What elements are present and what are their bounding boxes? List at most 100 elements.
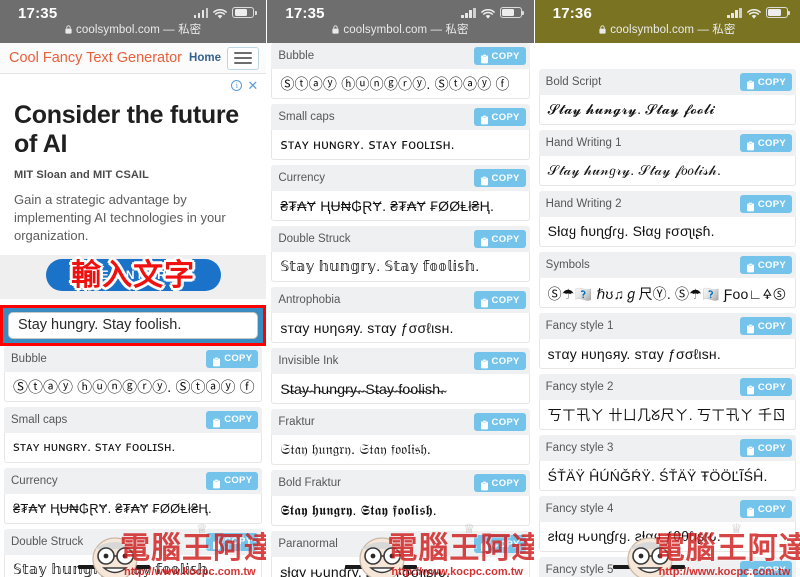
style-value[interactable]: ꜱᴛᴀʏ ʜᴜɴɢʀʏ. ꜱᴛᴀʏ ꜰᴏᴏʟɪꜱʜ. bbox=[271, 130, 530, 160]
copy-button[interactable]: COPY bbox=[739, 378, 792, 396]
text-input[interactable]: Stay hungry. Stay foolish. bbox=[8, 311, 259, 339]
status-bar-time: 17:35 bbox=[285, 5, 325, 22]
style-row: Hand Writing 1 COPY 𝒮𝓉𝒶𝓎 𝒽𝓊𝓃𝑔𝓇𝓎. 𝒮𝓉𝒶𝓎 𝒻𝑜𝑜𝓁… bbox=[535, 130, 800, 186]
copy-button[interactable]: COPY bbox=[473, 47, 526, 65]
clipboard-icon bbox=[746, 260, 755, 273]
copy-button[interactable]: COPY bbox=[739, 134, 792, 152]
style-value[interactable]: Ⓢ☂🇦🇾 ℏʊ♫ℊ尺Ⓨ. Ⓢ☂🇦🇾 Ƒοο∟🜍Ⓢ bbox=[538, 278, 796, 308]
browser-url-bar[interactable]: coolsymbol.com — 私密 bbox=[267, 21, 533, 37]
style-value[interactable]: ꜱᴛᴀʏ ʜᴜɴɢʀʏ. ꜱᴛᴀʏ ꜰᴏᴏʟɪꜱʜ. bbox=[4, 432, 263, 463]
style-row-header: Bold Script COPY bbox=[538, 69, 796, 95]
site-navbar: Cool Fancy Text Generator Home bbox=[0, 43, 267, 74]
style-row: Fancy style 5COPYƧᒪᴀƴ ԋʊᴧɢᴚƴ. Ƨᒪᴀƴ ƍʘʘᒐɩ… bbox=[535, 557, 800, 577]
ad-close-icon[interactable]: ✕ bbox=[247, 79, 258, 92]
copy-button[interactable]: COPY bbox=[473, 352, 526, 370]
signal-icon bbox=[193, 7, 209, 18]
copy-button[interactable]: COPY bbox=[739, 73, 792, 91]
copy-button[interactable]: COPY bbox=[739, 195, 792, 213]
style-value[interactable]: Ⓢⓣⓐⓨ ⓗⓤⓝⓖⓡⓨ. Ⓢⓣⓐⓨ ⓕ bbox=[271, 69, 530, 99]
style-value[interactable]: ѕтαу нυηɢяу. ѕтαу ƒσσℓιѕн. bbox=[271, 313, 530, 343]
copy-button[interactable]: COPY bbox=[473, 291, 526, 309]
style-value[interactable]: 𝔖𝔱𝔞𝔶 𝔥𝔲𝔫𝔤𝔯𝔶. 𝔖𝔱𝔞𝔶 𝔣𝔬𝔬𝔩𝔦𝔰𝔥. bbox=[271, 435, 530, 465]
copy-button[interactable]: COPY bbox=[739, 439, 792, 457]
clipboard-icon bbox=[480, 417, 489, 430]
style-name: Fancy style 4 bbox=[545, 503, 614, 515]
style-row: Double Struck COPY 𝕊𝕥𝕒𝕪 𝕙𝕦𝕟𝕘𝕣𝕪. 𝕊𝕥𝕒𝕪 𝕗𝕠𝕠𝕝𝕚… bbox=[267, 226, 533, 282]
hamburger-icon[interactable] bbox=[227, 46, 260, 70]
browser-url-bar[interactable]: coolsymbol.com — 私密 bbox=[535, 21, 800, 37]
clipboard-icon bbox=[746, 565, 755, 577]
copy-label: COPY bbox=[757, 442, 786, 454]
style-value[interactable]: 𝕊𝕥𝕒𝕪 𝕙𝕦𝕟𝕘𝕣𝕪. 𝕊𝕥𝕒𝕪 𝕗𝕠𝕠𝕝𝕚𝕤𝕙. bbox=[271, 252, 530, 282]
copy-label: COPY bbox=[491, 233, 520, 245]
copy-button[interactable]: COPY bbox=[206, 471, 259, 490]
style-row: Fraktur COPY 𝔖𝔱𝔞𝔶 𝔥𝔲𝔫𝔤𝔯𝔶. 𝔖𝔱𝔞𝔶 𝔣𝔬𝔬𝔩𝔦𝔰𝔥. bbox=[267, 409, 533, 465]
style-value[interactable]: 𝕊𝕥𝕒𝕪 𝕙𝕦𝕟𝕘𝕣𝕪. 𝕊𝕥𝕒𝕪 𝕗𝕠𝕠𝕝𝕚𝕤𝕙. bbox=[4, 554, 263, 577]
copy-button[interactable]: COPY bbox=[739, 561, 792, 577]
lock-icon bbox=[599, 24, 606, 34]
clipboard-icon bbox=[480, 234, 489, 247]
style-value[interactable]: ѕтαу нυηɢяу. ѕтαу ƒσσℓιѕн. bbox=[538, 339, 796, 369]
copy-button[interactable]: COPY bbox=[206, 532, 259, 551]
copy-button[interactable]: COPY bbox=[206, 349, 259, 368]
copy-button[interactable]: COPY bbox=[739, 256, 792, 274]
style-value[interactable]: ŚŤÄŸ ĤÚŃǦŔŸ. ŚŤÄŸ ŦÖÖĽĨŚĤ. bbox=[538, 461, 796, 491]
style-name: Bubble bbox=[278, 50, 315, 62]
style-value[interactable]: Sƚαყ ɦυɳɠɾყ. Sƚαყ ϝσσʅιʂɦ. bbox=[538, 217, 796, 247]
copy-button[interactable]: COPY bbox=[473, 535, 526, 553]
style-value[interactable]: ʂƚαy ԋuɳɠɾy. ʂƚαy ϝσσʅιʂԋ. bbox=[271, 557, 530, 577]
style-row-header: Paranormal COPY bbox=[271, 531, 530, 557]
style-name: Small caps bbox=[278, 111, 335, 123]
style-row: Bold Fraktur COPY 𝕾𝖙𝖆𝖞 𝖍𝖚𝖓𝖌𝖗𝖞. 𝕾𝖙𝖆𝖞 𝖋𝖔𝖔𝖑𝖎𝖘… bbox=[267, 470, 533, 526]
style-value[interactable]: ƨƚαყ ԋυɳɠɾყ. ƨƚαყ ƒθθℓιʂԋ. bbox=[538, 522, 796, 552]
clipboard-icon bbox=[212, 354, 221, 367]
copy-button[interactable]: COPY bbox=[739, 317, 792, 335]
wifi-icon bbox=[213, 7, 228, 19]
style-value[interactable]: ₴₮₳Ɏ ⱧɄ₦₲ⱤɎ. ₴₮₳Ɏ ₣ØØⱠł₴Ⱨ. bbox=[4, 493, 263, 524]
copy-button[interactable]: COPY bbox=[473, 108, 526, 126]
style-value[interactable]: 𝒮𝓉𝒶𝓎 𝒽𝓊𝓃𝑔𝓇𝓎. 𝒮𝓉𝒶𝓎 𝒻𝑜𝑜𝓁𝒾𝓈𝒽. bbox=[538, 156, 796, 186]
copy-label: COPY bbox=[491, 172, 520, 184]
style-name: Fancy style 5 bbox=[545, 564, 614, 576]
copy-button[interactable]: COPY bbox=[206, 410, 259, 429]
style-value[interactable]: Ⓢⓣⓐⓨ ⓗⓤⓝⓖⓡⓨ. Ⓢⓣⓐⓨ ⓕ bbox=[4, 371, 263, 402]
style-value[interactable]: 𝓢𝓽𝓪𝔂 𝓱𝓾𝓷𝓰𝓻𝔂. 𝓢𝓽𝓪𝔂 𝓯𝓸𝓸𝓵𝓲 bbox=[538, 95, 796, 125]
style-value[interactable]: 丂ㄒ卂ㄚ 卄ㄩ几ᘜ尺ㄚ. 丂ㄒ卂ㄚ 千ㄖ bbox=[538, 400, 796, 430]
style-name: Symbols bbox=[545, 259, 590, 271]
nav-link-home[interactable]: Home bbox=[189, 52, 221, 64]
clipboard-icon bbox=[746, 504, 755, 517]
ad-info-icon[interactable]: i bbox=[231, 79, 243, 91]
style-value[interactable]: 𝕾𝖙𝖆𝖞 𝖍𝖚𝖓𝖌𝖗𝖞. 𝕾𝖙𝖆𝖞 𝖋𝖔𝖔𝖑𝖎𝖘𝖍. bbox=[271, 496, 530, 526]
scroll-spacer bbox=[534, 43, 800, 69]
status-bar: 17:36 coolsymbol.com — 私密 bbox=[534, 0, 800, 43]
copy-button[interactable]: COPY bbox=[473, 413, 526, 431]
browser-url-bar[interactable]: coolsymbol.com — 私密 bbox=[0, 21, 266, 37]
battery-icon bbox=[232, 7, 257, 18]
style-value[interactable]: S̴t̴a̴y̴ ̴h̴u̴n̴g̴r̴y̴.̴ ̴S̴t̴a̴y̴ ̴f̴o̴… bbox=[271, 374, 530, 404]
copy-button[interactable]: COPY bbox=[473, 230, 526, 248]
style-row-header: Antrophobia COPY bbox=[271, 287, 530, 313]
style-row: Currency COPY ₴₮₳Ɏ ⱧɄ₦₲ⱤɎ. ₴₮₳Ɏ ₣ØØⱠł₴Ⱨ. bbox=[0, 467, 266, 524]
style-value[interactable]: ₴₮₳Ɏ ⱧɄ₦₲ⱤɎ. ₴₮₳Ɏ ₣ØØⱠł₴Ⱨ. bbox=[271, 191, 530, 221]
ad-body: Gain a strategic advantage by implementi… bbox=[14, 191, 226, 244]
style-row-header: Fancy style 4 COPY bbox=[538, 496, 796, 522]
clipboard-icon bbox=[480, 112, 489, 125]
style-row-header: Fancy style 3 COPY bbox=[538, 435, 796, 461]
style-row-header: Currency COPY bbox=[271, 165, 530, 191]
clipboard-icon bbox=[746, 77, 755, 90]
copy-button[interactable]: COPY bbox=[739, 500, 792, 518]
ad-controls: i ✕ bbox=[0, 74, 266, 92]
copy-button[interactable]: COPY bbox=[473, 169, 526, 187]
style-row-header: Bold Fraktur COPY bbox=[271, 470, 530, 496]
style-name: Bold Fraktur bbox=[278, 477, 341, 489]
clipboard-icon bbox=[480, 478, 489, 491]
signal-icon bbox=[727, 7, 742, 18]
style-row-header: Bubble COPY bbox=[271, 43, 530, 69]
status-bar-icons bbox=[461, 7, 525, 19]
lock-icon bbox=[65, 24, 72, 34]
style-name: Hand Writing 2 bbox=[545, 198, 622, 210]
clipboard-icon bbox=[746, 199, 755, 212]
site-brand[interactable]: Cool Fancy Text Generator bbox=[9, 50, 182, 66]
copy-label: COPY bbox=[757, 503, 786, 515]
copy-button[interactable]: COPY bbox=[473, 474, 526, 492]
